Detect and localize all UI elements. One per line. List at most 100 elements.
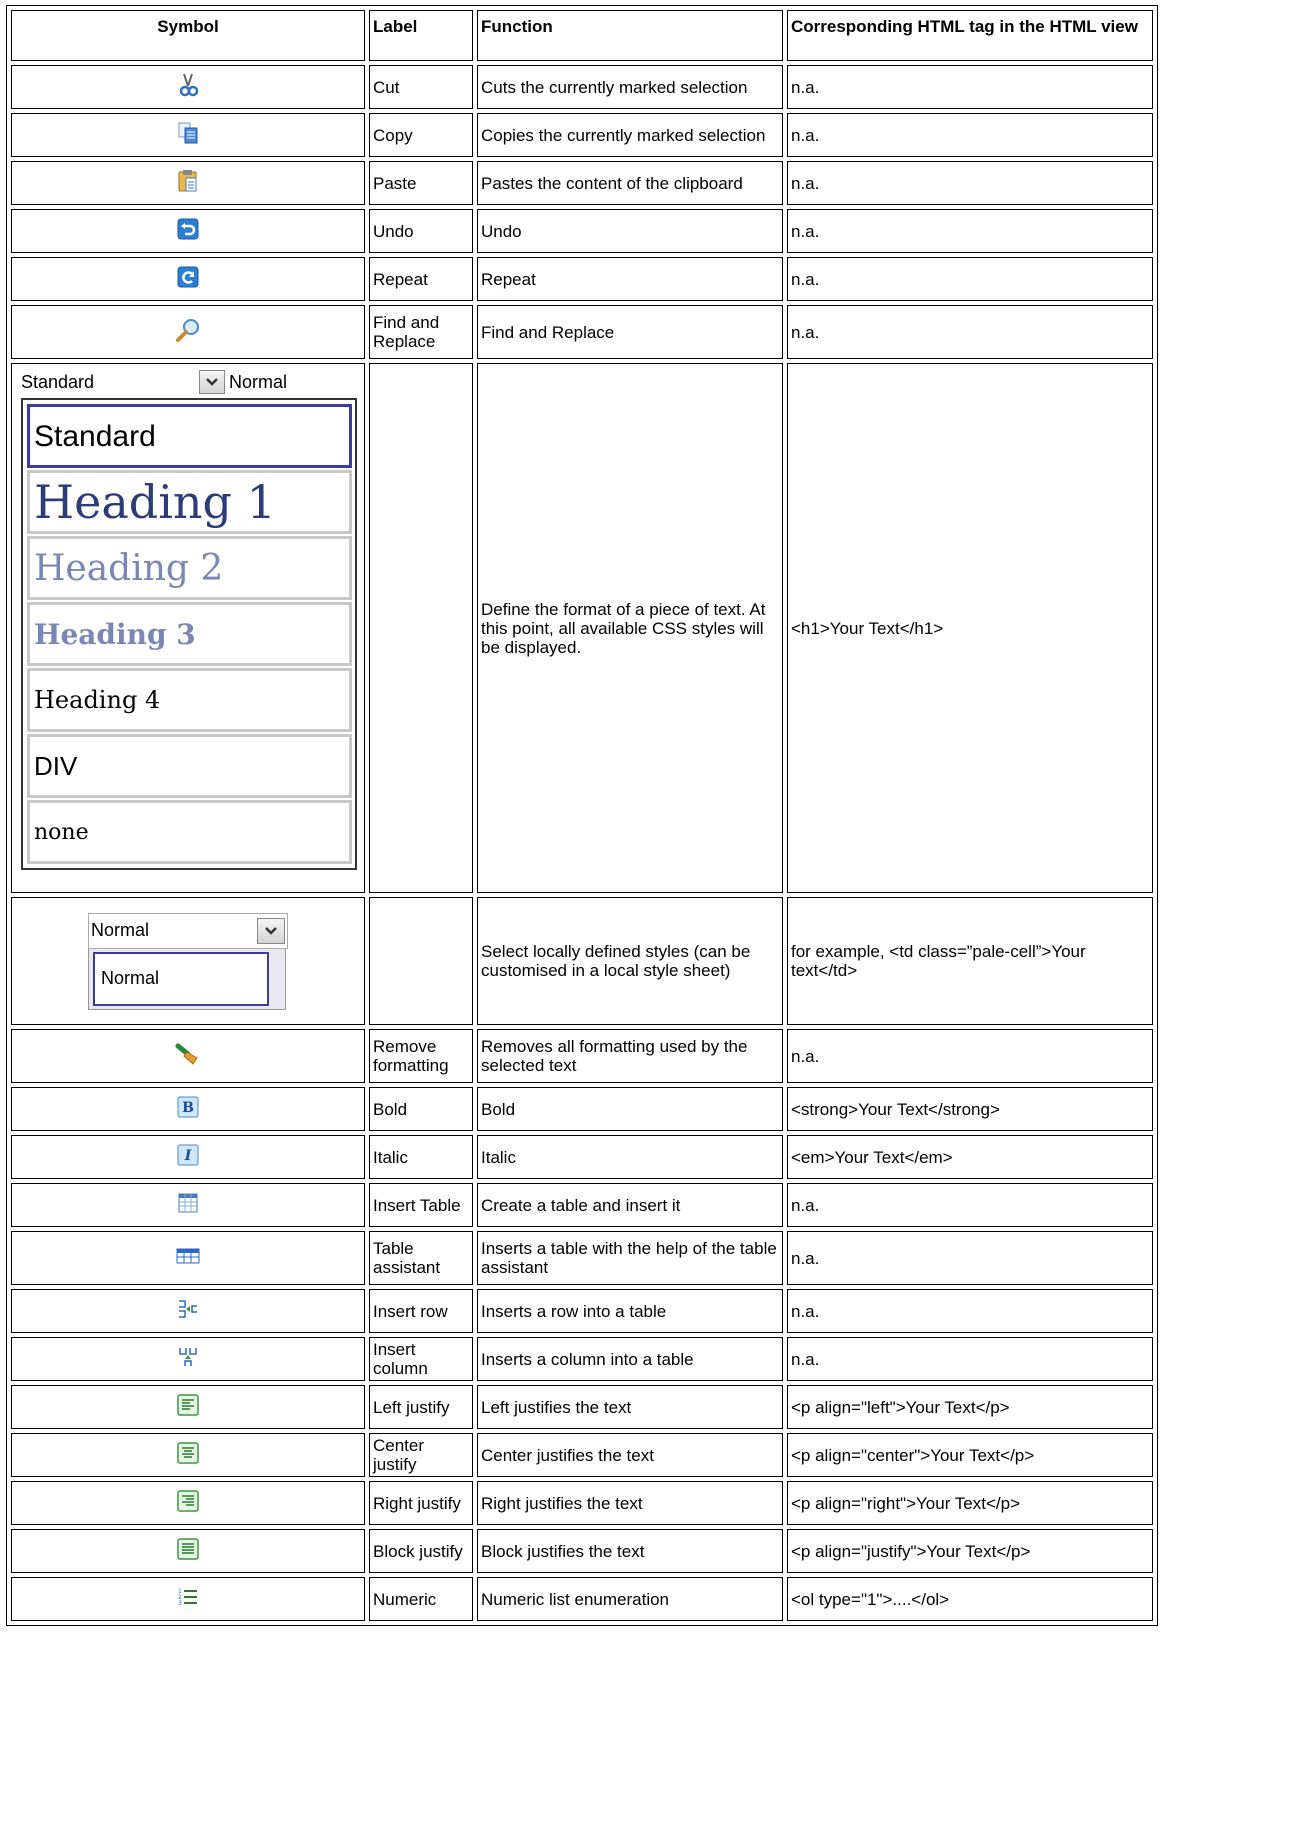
label-cell: Find and Replace — [369, 305, 473, 359]
function-cell: Repeat — [477, 257, 783, 301]
tag-cell: <h1>Your Text</h1> — [787, 363, 1153, 893]
table-row: I Italic Italic <em>Your Text</em> — [11, 1135, 1153, 1179]
table-row: Standard Normal Standard Heading 1 Headi… — [11, 363, 1153, 893]
label-cell: Insert row — [369, 1289, 473, 1333]
svg-text:B: B — [182, 1100, 194, 1116]
tag-cell: n.a. — [787, 1029, 1153, 1083]
insert-row-icon — [177, 1298, 199, 1324]
function-cell: Inserts a row into a table — [477, 1289, 783, 1333]
style-select-row[interactable]: Standard Normal — [21, 368, 361, 396]
class-select-value[interactable]: Normal — [229, 372, 287, 392]
symbol-cell — [11, 161, 365, 205]
symbol-cell: B — [11, 1087, 365, 1131]
symbol-cell — [11, 1289, 365, 1333]
tag-cell: for example, <td class=”pale-cell”>Your … — [787, 897, 1153, 1025]
table-row: Undo Undo n.a. — [11, 209, 1153, 253]
function-cell: Copies the currently marked selection — [477, 113, 783, 157]
chevron-down-icon[interactable] — [199, 370, 225, 394]
function-cell: Select locally defined styles (can be cu… — [477, 897, 783, 1025]
function-cell: Italic — [477, 1135, 783, 1179]
label-cell: Bold — [369, 1087, 473, 1131]
symbol-cell — [11, 1529, 365, 1573]
style-option[interactable]: Heading 4 — [27, 668, 352, 732]
function-cell: Cuts the currently marked selection — [477, 65, 783, 109]
function-cell: Block justifies the text — [477, 1529, 783, 1573]
tag-cell: <p align="left">Your Text</p> — [787, 1385, 1153, 1429]
scissors-icon — [177, 73, 199, 101]
tag-cell: <em>Your Text</em> — [787, 1135, 1153, 1179]
table-row: Insert Table Create a table and insert i… — [11, 1183, 1153, 1227]
label-cell — [369, 363, 473, 893]
table-row: Right justify Right justifies the text <… — [11, 1481, 1153, 1525]
style-option[interactable]: Heading 2 — [27, 536, 352, 600]
label-cell: Left justify — [369, 1385, 473, 1429]
symbol-cell — [11, 65, 365, 109]
symbol-cell — [11, 1481, 365, 1525]
table-row: 123 Numeric Numeric list enumeration <ol… — [11, 1577, 1153, 1621]
table-row: Repeat Repeat n.a. — [11, 257, 1153, 301]
symbol-cell: Standard Normal Standard Heading 1 Headi… — [11, 363, 365, 893]
local-style-select-row[interactable]: Normal — [88, 912, 288, 949]
table-row: Find and Replace Find and Replace n.a. — [11, 305, 1153, 359]
function-cell: Numeric list enumeration — [477, 1577, 783, 1621]
style-dropdown[interactable]: Standard Normal Standard Heading 1 Headi… — [21, 368, 361, 870]
style-option[interactable]: Heading 1 — [27, 470, 352, 534]
function-cell: Bold — [477, 1087, 783, 1131]
symbol-cell — [11, 1231, 365, 1285]
local-style-option[interactable]: Normal — [93, 951, 269, 1006]
table-row: Left justify Left justifies the text <p … — [11, 1385, 1153, 1429]
table-row: Center justify Center justifies the text… — [11, 1433, 1153, 1477]
label-cell: Block justify — [369, 1529, 473, 1573]
italic-icon: I — [177, 1144, 199, 1170]
style-option[interactable]: none — [27, 800, 352, 864]
tag-cell: <strong>Your Text</strong> — [787, 1087, 1153, 1131]
label-cell: Paste — [369, 161, 473, 205]
symbol-cell — [11, 1433, 365, 1477]
svg-text:3: 3 — [178, 1600, 182, 1607]
bold-icon: B — [177, 1096, 199, 1122]
label-cell: Insert column — [369, 1337, 473, 1381]
style-options-list: Standard Heading 1 Heading 2 Heading 3 H… — [21, 398, 357, 870]
tag-cell: n.a. — [787, 1231, 1153, 1285]
header-row: Symbol Label Function Corresponding HTML… — [11, 10, 1153, 61]
function-cell: Define the format of a piece of text. At… — [477, 363, 783, 893]
symbol-cell: Normal Normal — [11, 897, 365, 1025]
symbol-cell — [11, 1337, 365, 1381]
table-row: Table assistant Inserts a table with the… — [11, 1231, 1153, 1285]
chevron-down-icon[interactable] — [257, 917, 285, 944]
insert-column-icon — [177, 1346, 199, 1372]
align-center-icon — [177, 1442, 199, 1468]
table-row: Paste Pastes the content of the clipboar… — [11, 161, 1153, 205]
table-assistant-icon — [176, 1246, 200, 1270]
header-symbol: Symbol — [11, 10, 365, 61]
function-cell: Pastes the content of the clipboard — [477, 161, 783, 205]
paste-icon — [177, 169, 199, 197]
symbol-cell — [11, 113, 365, 157]
table-row: Cut Cuts the currently marked selection … — [11, 65, 1153, 109]
brush-icon — [175, 1042, 201, 1070]
symbol-cell — [11, 1385, 365, 1429]
header-function: Function — [477, 10, 783, 61]
numbered-list-icon: 123 — [177, 1586, 199, 1612]
style-option[interactable]: Heading 3 — [27, 602, 352, 666]
label-cell — [369, 897, 473, 1025]
tag-cell: n.a. — [787, 257, 1153, 301]
function-cell: Center justifies the text — [477, 1433, 783, 1477]
copy-icon — [177, 121, 199, 149]
style-option[interactable]: Standard — [27, 404, 352, 468]
style-option[interactable]: DIV — [27, 734, 352, 798]
label-cell: Cut — [369, 65, 473, 109]
local-style-value[interactable]: Normal — [89, 921, 257, 940]
local-style-options: Normal — [88, 948, 286, 1010]
style-select-value[interactable]: Standard — [21, 372, 199, 392]
function-cell: Create a table and insert it — [477, 1183, 783, 1227]
tag-cell: <p align="right">Your Text</p> — [787, 1481, 1153, 1525]
symbol-cell — [11, 209, 365, 253]
table-row: Insert column Inserts a column into a ta… — [11, 1337, 1153, 1381]
function-cell: Inserts a table with the help of the tab… — [477, 1231, 783, 1285]
symbol-cell — [11, 1029, 365, 1083]
symbol-cell — [11, 305, 365, 359]
local-style-dropdown[interactable]: Normal Normal — [88, 912, 288, 1010]
label-cell: Table assistant — [369, 1231, 473, 1285]
label-cell: Insert Table — [369, 1183, 473, 1227]
